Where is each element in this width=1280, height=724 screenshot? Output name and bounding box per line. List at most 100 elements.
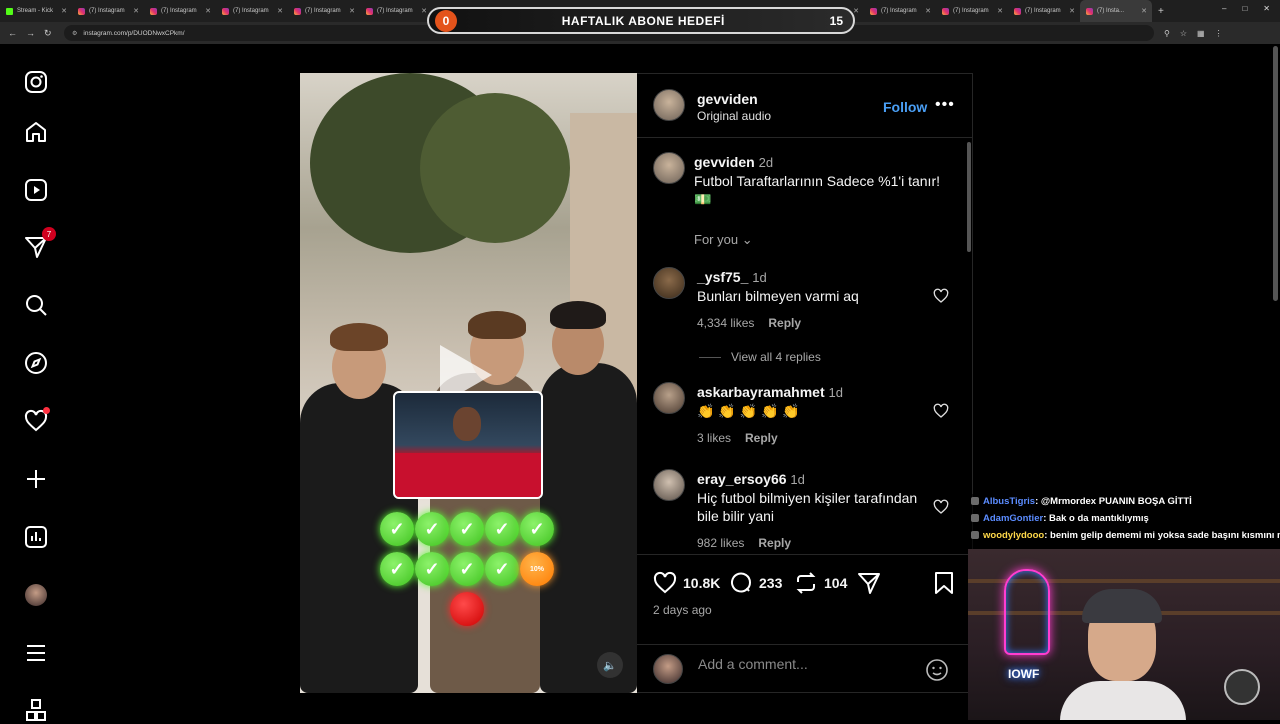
comment-author[interactable]: _ysf75_ 1d — [697, 269, 767, 285]
browser-tab[interactable]: (7) Instagram ✕ — [288, 0, 360, 22]
minimize-icon[interactable]: – — [1222, 4, 1226, 13]
save-button[interactable] — [933, 571, 955, 595]
browser-tab[interactable]: (7) Instagram ✕ — [360, 0, 432, 22]
player-photo-inset — [393, 391, 543, 499]
menu-hamburger-icon[interactable] — [22, 639, 50, 667]
quiz-check-icon: ✓ — [450, 552, 484, 586]
forward-icon[interactable]: → — [26, 28, 36, 38]
browser-tab-label: (7) Instagram — [233, 8, 269, 14]
comment-author[interactable]: eray_ersoy66 1d — [697, 471, 805, 487]
browser-tab[interactable]: (7) Instagram ✕ — [1008, 0, 1080, 22]
browser-tab[interactable]: (7) Instagram ✕ — [216, 0, 288, 22]
close-window-icon[interactable]: ✕ — [1263, 4, 1270, 13]
video-person-hair — [330, 323, 388, 351]
tab-close-icon[interactable]: ✕ — [205, 7, 211, 15]
share-icon[interactable] — [857, 571, 881, 595]
reply-button[interactable]: Reply — [758, 536, 791, 550]
add-comment-input[interactable]: Add a comment... — [698, 656, 808, 672]
streamer — [1060, 589, 1186, 720]
follow-button[interactable]: Follow — [883, 99, 927, 115]
back-icon[interactable]: ← — [8, 28, 18, 38]
zoom-icon[interactable]: ⚲ — [1164, 29, 1170, 38]
tab-close-icon[interactable]: ✕ — [997, 7, 1003, 15]
browser-tab[interactable]: (7) Insta... ✕ — [1080, 0, 1152, 22]
comment-count: 233 — [759, 575, 783, 591]
search-icon[interactable] — [22, 291, 50, 319]
chat-message: AlbusTigris: @Mrmordex PUANIN BOŞA GİTTİ — [971, 496, 1192, 507]
audio-label[interactable]: Original audio — [697, 109, 771, 123]
repost-icon[interactable] — [794, 571, 818, 595]
quiz-check-icon: ✓ — [450, 512, 484, 546]
chair-logo — [1224, 669, 1260, 705]
quiz-check-icon: ✓ — [520, 512, 554, 546]
instagram-logo-icon[interactable] — [22, 68, 50, 96]
tab-close-icon[interactable]: ✕ — [133, 7, 139, 15]
browser-tab[interactable]: (7) Instagram ✕ — [936, 0, 1008, 22]
site-info-icon[interactable]: ⚙ — [72, 30, 77, 37]
author-username[interactable]: gevviden — [697, 91, 758, 107]
repost-count: 104 — [824, 575, 848, 591]
neon-sign — [1004, 569, 1050, 655]
comment-author[interactable]: askarbayramahmet 1d — [697, 384, 843, 400]
comment-avatar[interactable] — [653, 382, 685, 414]
comments-scrollbar[interactable] — [967, 142, 971, 252]
tab-close-icon[interactable]: ✕ — [421, 7, 427, 15]
comment-filter-dropdown[interactable]: For you ⌄ — [694, 232, 753, 248]
caption-author[interactable]: gevviden 2d — [694, 154, 773, 170]
dashboard-icon[interactable] — [22, 523, 50, 551]
reply-button[interactable]: Reply — [745, 431, 778, 445]
extensions-icon[interactable]: ▦ — [1197, 29, 1205, 38]
caption-author-avatar[interactable] — [653, 152, 685, 184]
comment-meta: 4,334 likes Reply — [697, 316, 802, 330]
comment-like-icon[interactable] — [933, 288, 949, 304]
browser-menu-icon[interactable]: ⋮ — [1215, 29, 1223, 38]
tab-close-icon[interactable]: ✕ — [925, 7, 931, 15]
browser-tab[interactable]: (7) Instagram ✕ — [72, 0, 144, 22]
heart-icon[interactable] — [653, 571, 677, 595]
reload-icon[interactable]: ↻ — [44, 28, 54, 39]
like-button[interactable]: 10.8K — [653, 571, 720, 595]
more-options-icon[interactable]: ••• — [935, 96, 955, 114]
maximize-icon[interactable]: □ — [1242, 4, 1247, 13]
mute-toggle-icon[interactable]: 🔈 — [597, 652, 623, 678]
comment-avatar[interactable] — [653, 469, 685, 501]
comment-button[interactable]: 233 — [729, 571, 782, 595]
new-tab-icon[interactable]: + — [1158, 6, 1164, 17]
bookmark-star-icon[interactable]: ☆ — [1180, 29, 1187, 38]
player-head — [453, 407, 481, 441]
view-replies-button[interactable]: View all 4 replies — [699, 350, 821, 364]
browser-tab[interactable]: (7) Instagram ✕ — [864, 0, 936, 22]
tab-close-icon[interactable]: ✕ — [1141, 7, 1147, 15]
page-scrollbar[interactable] — [1273, 46, 1278, 301]
explore-icon[interactable] — [22, 349, 50, 377]
quiz-check-icon: ✓ — [415, 512, 449, 546]
comment-like-icon[interactable] — [933, 499, 949, 515]
chat-badge-icon — [971, 514, 979, 522]
reels-icon[interactable] — [22, 176, 50, 204]
tab-close-icon[interactable]: ✕ — [1069, 7, 1075, 15]
notifications-heart-icon[interactable] — [22, 407, 50, 435]
emoji-icon[interactable] — [925, 658, 949, 682]
quiz-check-icon: ✓ — [485, 512, 519, 546]
player-jersey — [395, 453, 541, 497]
repost-button[interactable]: 104 — [794, 571, 847, 595]
quiz-current-level: 10% — [520, 552, 554, 586]
tab-close-icon[interactable]: ✕ — [349, 7, 355, 15]
comment-bubble-icon[interactable] — [729, 571, 753, 595]
browser-tab[interactable]: Stream - Kick ✕ — [0, 0, 72, 22]
comment-like-icon[interactable] — [933, 403, 949, 419]
reply-button[interactable]: Reply — [768, 316, 801, 330]
tab-close-icon[interactable]: ✕ — [277, 7, 283, 15]
messages-icon[interactable]: 7 — [22, 227, 56, 261]
tab-close-icon[interactable]: ✕ — [853, 7, 859, 15]
browser-tab[interactable]: (7) Instagram ✕ — [144, 0, 216, 22]
share-button[interactable] — [857, 571, 881, 595]
author-avatar[interactable] — [653, 89, 685, 121]
profile-avatar[interactable] — [22, 581, 50, 609]
tab-close-icon[interactable]: ✕ — [61, 7, 67, 15]
home-icon[interactable] — [22, 118, 50, 146]
create-plus-icon[interactable] — [22, 465, 50, 493]
comment-avatar[interactable] — [653, 267, 685, 299]
add-comment-bar: Add a comment... — [637, 644, 972, 694]
bookmark-icon[interactable] — [933, 571, 955, 595]
